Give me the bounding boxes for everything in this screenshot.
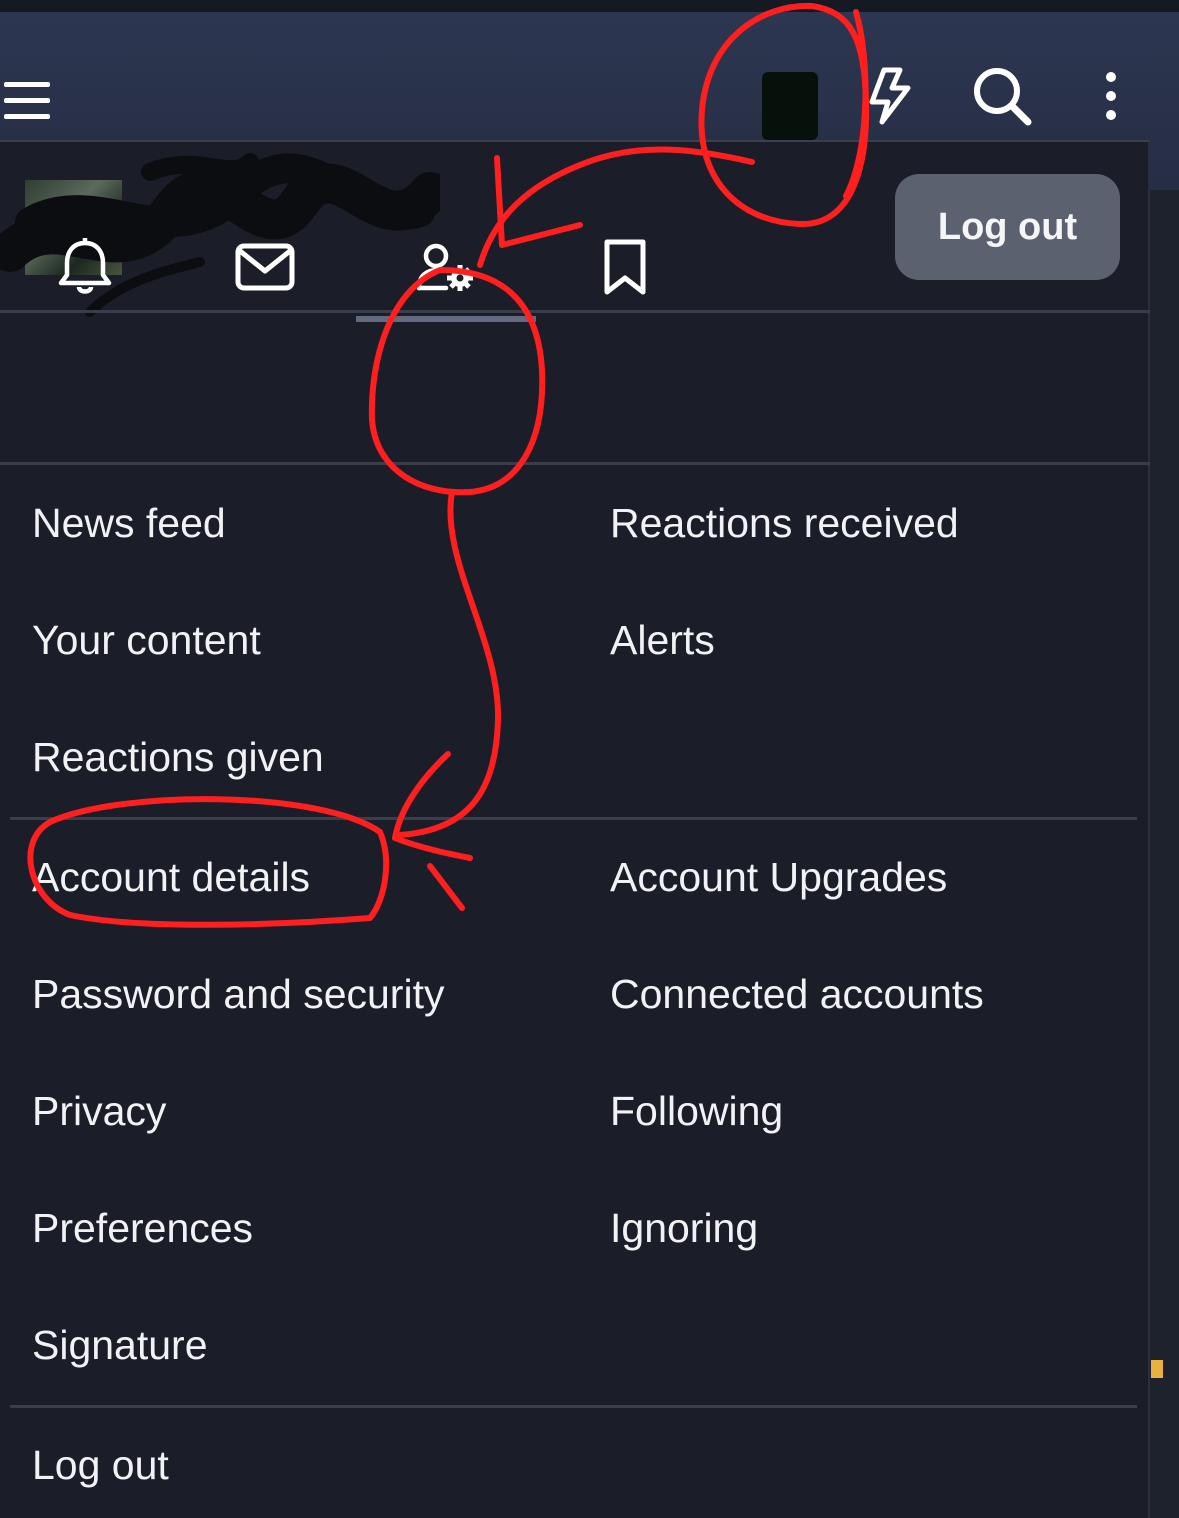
menu-item-following[interactable]: Following xyxy=(610,1091,783,1132)
logout-button[interactable]: Log out xyxy=(895,174,1120,280)
menu-item-ignoring[interactable]: Ignoring xyxy=(610,1208,758,1249)
menu-item-account-details[interactable]: Account details xyxy=(32,857,310,898)
menu-item-news-feed[interactable]: News feed xyxy=(32,503,226,544)
divider-section1 xyxy=(10,817,1137,820)
tab-bookmarks[interactable] xyxy=(535,212,715,322)
menu-item-log-out[interactable]: Log out xyxy=(32,1445,169,1486)
search-icon[interactable] xyxy=(970,64,1034,128)
page-backdrop xyxy=(1150,190,1179,1518)
more-vertical-icon[interactable] xyxy=(1096,70,1126,122)
menu-item-reactions-received[interactable]: Reactions received xyxy=(610,503,959,544)
avatar[interactable] xyxy=(762,72,818,140)
menu-item-your-content[interactable]: Your content xyxy=(32,620,261,661)
menu-icon[interactable] xyxy=(0,76,56,126)
bell-icon xyxy=(58,238,112,294)
tab-conversations[interactable] xyxy=(175,212,355,322)
menu-item-connected-accounts[interactable]: Connected accounts xyxy=(610,974,984,1015)
user-cog-icon xyxy=(416,243,473,291)
menu-item-password-security[interactable]: Password and security xyxy=(32,974,444,1015)
tab-alerts[interactable] xyxy=(0,212,175,322)
tab-account[interactable] xyxy=(356,212,536,322)
menu-item-reactions-given[interactable]: Reactions given xyxy=(32,737,324,778)
envelope-icon xyxy=(235,243,295,291)
menu-item-privacy[interactable]: Privacy xyxy=(32,1091,166,1132)
menu-item-account-upgrades[interactable]: Account Upgrades xyxy=(610,857,947,898)
menu-item-signature[interactable]: Signature xyxy=(32,1325,208,1366)
divider-tabs xyxy=(0,462,1150,465)
active-tab-indicator xyxy=(356,316,536,322)
bolt-icon[interactable] xyxy=(864,66,918,126)
account-menu-panel: Log out xyxy=(0,140,1150,1518)
top-strip xyxy=(0,0,1179,12)
scroll-indicator xyxy=(1151,1360,1163,1378)
menu-item-preferences[interactable]: Preferences xyxy=(32,1208,253,1249)
menu-item-alerts[interactable]: Alerts xyxy=(610,620,715,661)
bookmark-icon xyxy=(604,239,646,295)
divider-section2 xyxy=(10,1405,1137,1408)
